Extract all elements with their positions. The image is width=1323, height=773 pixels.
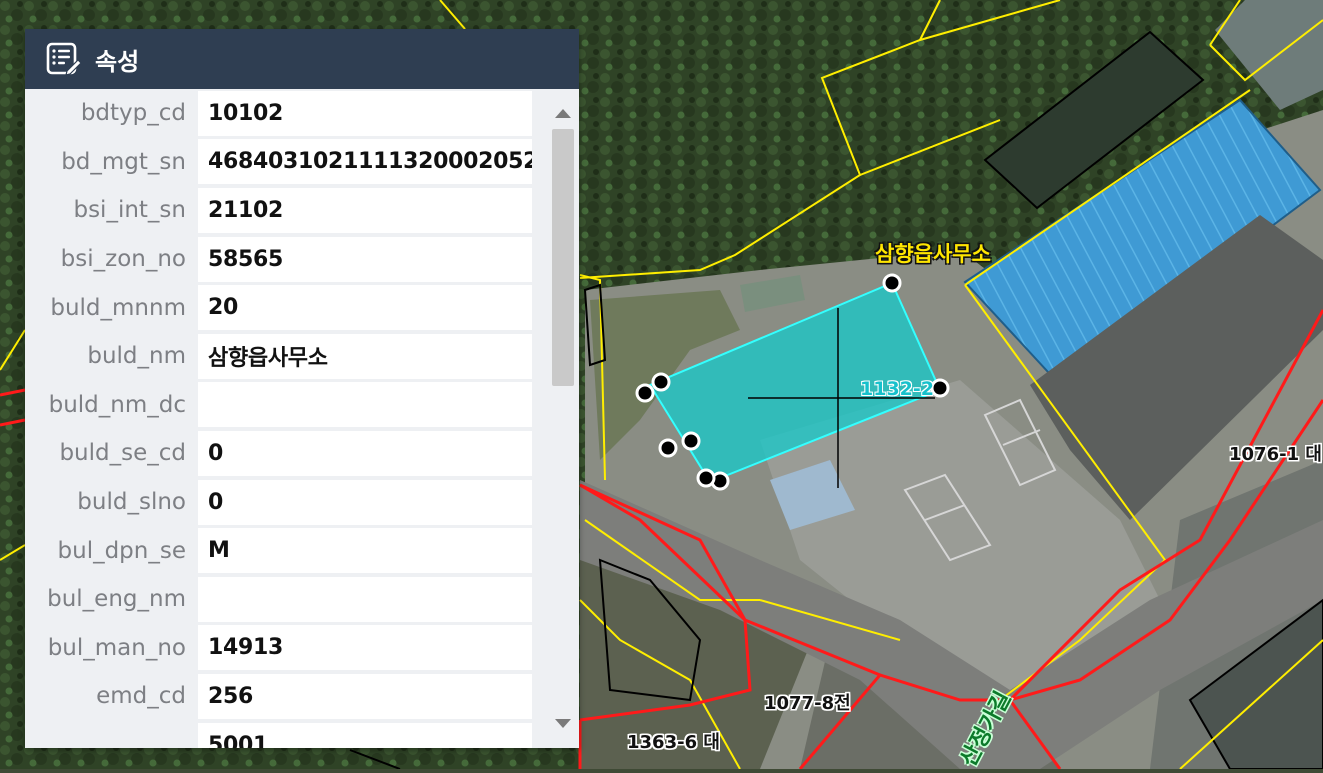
attribute-row: buld_slno 0 (25, 478, 547, 527)
attribute-value-field[interactable]: 0 (198, 479, 532, 525)
attribute-value-field[interactable] (198, 382, 532, 428)
attribute-key: bdtyp_cd (80, 100, 186, 127)
map-parcel-label: 1077-8전 (764, 693, 851, 714)
vertex-handle[interactable] (930, 378, 950, 398)
attribute-key: bul_eng_nm (47, 586, 186, 613)
vertex-handle[interactable] (651, 372, 671, 392)
map-parcel-label: 1363-6 대 (627, 732, 720, 753)
attribute-row: bul_eng_nm (25, 575, 547, 624)
attribute-value-field[interactable]: 삼향읍사무소 (198, 333, 532, 379)
attribute-panel: 속성 bdtyp_cd 10102 bd_mgt_sn 468403102111132… (25, 29, 579, 748)
attribute-row: bsi_int_sn 21102 (25, 186, 547, 235)
attribute-key: bsi_int_sn (73, 197, 186, 224)
attribute-key: bul_man_no (47, 634, 186, 661)
panel-scrollbar[interactable] (547, 89, 579, 748)
vertex-handle[interactable] (658, 438, 678, 458)
attribute-row: buld_se_cd 0 (25, 429, 547, 478)
attribute-key: buld_se_cd (59, 440, 186, 467)
vertex-handle[interactable] (635, 383, 655, 403)
scroll-up-arrow-icon[interactable] (555, 109, 571, 118)
attribute-list: bdtyp_cd 10102 bd_mgt_sn 468403102111132000… (25, 89, 547, 748)
attribute-value-field[interactable]: 10102 (198, 90, 532, 136)
attribute-key: buld_nm_dc (48, 391, 186, 418)
attribute-value-field[interactable]: 5001 (198, 722, 532, 748)
attribute-value-field[interactable]: 58565 (198, 236, 532, 282)
attribute-key: bd_mgt_sn (61, 148, 186, 175)
attribute-list-edit-icon (46, 42, 82, 76)
attribute-key: emd_cd (96, 683, 186, 710)
vertex-handle[interactable] (681, 431, 701, 451)
map-parcel-label: 1076-1 대 (1229, 444, 1322, 465)
attribute-value-field[interactable]: 21102 (198, 187, 532, 233)
attribute-row: bul_man_no 14913 (25, 624, 547, 673)
attribute-key: bul_dpn_se (57, 537, 186, 564)
map-building-name-label: 삼향읍사무소 (875, 242, 991, 266)
vertex-handle[interactable] (882, 273, 902, 293)
attribute-key: buld_nm (87, 343, 186, 370)
attribute-row: emd_cd 256 (25, 672, 547, 721)
attribute-value-field[interactable]: 4684031021111320002052​38 (198, 139, 532, 185)
attribute-row: 5001 (25, 721, 547, 748)
attribute-row: buld_nm_dc (25, 381, 547, 430)
map-selected-parcel-label: 1132-2 (860, 378, 934, 400)
attribute-value-field[interactable]: 0 (198, 430, 532, 476)
attribute-row: bd_mgt_sn 4684031021111320002052​38 (25, 138, 547, 187)
attribute-value-field[interactable]: 20 (198, 285, 532, 331)
scrollbar-thumb[interactable] (552, 129, 574, 386)
vertex-handle[interactable] (696, 468, 716, 488)
panel-header[interactable]: 속성 (25, 29, 579, 89)
attribute-row: bsi_zon_no 58565 (25, 235, 547, 284)
attribute-key: bsi_zon_no (60, 246, 186, 273)
attribute-row: buld_mnnm 20 (25, 283, 547, 332)
attribute-row: bul_dpn_se M (25, 526, 547, 575)
attribute-value-field[interactable] (198, 576, 532, 622)
attribute-key: buld_slno (77, 489, 186, 516)
attribute-value-field[interactable]: M (198, 528, 532, 574)
attribute-row: bdtyp_cd 10102 (25, 89, 547, 138)
attribute-value-field[interactable]: 14913 (198, 625, 532, 671)
scroll-down-arrow-icon[interactable] (555, 719, 571, 728)
panel-title: 속성 (95, 47, 140, 76)
attribute-value-field[interactable]: 256 (198, 673, 532, 719)
attribute-key: buld_mnnm (50, 294, 186, 321)
attribute-row: buld_nm 삼향읍사무소 (25, 332, 547, 381)
